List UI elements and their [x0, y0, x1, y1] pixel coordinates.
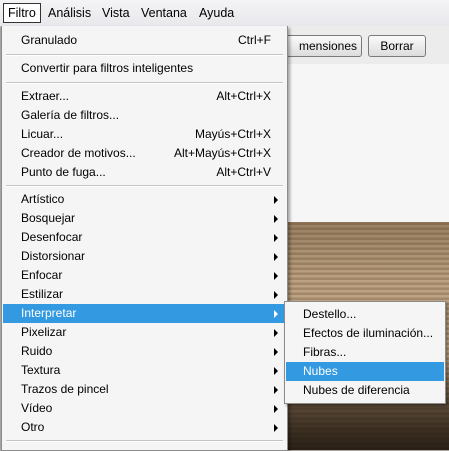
menu-item-label: Interpretar: [21, 306, 77, 320]
menu-analisis[interactable]: Análisis: [44, 4, 95, 22]
submenu-arrow-icon: [274, 405, 278, 413]
menu-item-label: Licuar...: [21, 127, 64, 141]
menu-ayuda[interactable]: Ayuda: [195, 4, 238, 22]
menu-item-label: Extraer...: [21, 89, 70, 103]
menu-item-pixelizar[interactable]: Pixelizar: [3, 323, 286, 342]
menu-item-label: Desenfocar: [21, 230, 83, 244]
submenu-arrow-icon: [274, 253, 278, 261]
submenu-item-label: Nubes de diferencia: [303, 383, 410, 397]
menu-item-label: Punto de fuga...: [21, 165, 106, 179]
submenu-arrow-icon: [274, 367, 278, 375]
menu-ventana[interactable]: Ventana: [137, 4, 191, 22]
menu-item-shortcut: Alt+Ctrl+V: [216, 165, 271, 179]
menu-item-distorsionar[interactable]: Distorsionar: [3, 247, 286, 266]
clear-button[interactable]: Borrar: [368, 35, 426, 57]
menu-item-shortcut: Ctrl+F: [238, 33, 271, 47]
menu-item-label: Estilizar: [21, 287, 64, 301]
filter-menu: Granulado Ctrl+F Convertir para filtros …: [1, 26, 288, 451]
submenu-item-label: Nubes: [303, 364, 338, 378]
menu-separator: [6, 440, 283, 442]
submenu-item-label: Fibras...: [303, 345, 347, 359]
menu-item-estilizar[interactable]: Estilizar: [3, 285, 286, 304]
menu-item-textura[interactable]: Textura: [3, 361, 286, 380]
menu-item-label: Convertir para filtros inteligentes: [21, 61, 194, 75]
menu-item-bosquejar[interactable]: Bosquejar: [3, 209, 286, 228]
menu-item-extraer[interactable]: Extraer... Alt+Ctrl+X: [3, 87, 286, 106]
menu-item-label: Creador de motivos...: [21, 146, 136, 160]
menu-item-label: Otro: [21, 420, 45, 434]
menu-item-shortcut: Mayús+Ctrl+X: [194, 127, 271, 141]
menu-item-galeria[interactable]: Galería de filtros...: [3, 106, 286, 125]
submenu-item-fibras[interactable]: Fibras...: [286, 343, 444, 362]
menu-item-label: Trazos de pincel: [21, 382, 109, 396]
menu-item-interpretar[interactable]: Interpretar: [3, 304, 286, 323]
menu-filtro[interactable]: Filtro: [3, 3, 41, 23]
menu-item-label: Pixelizar: [21, 325, 67, 339]
menu-item-label: Distorsionar: [21, 249, 86, 263]
menu-item-desenfocar[interactable]: Desenfocar: [3, 228, 286, 247]
menu-item-video[interactable]: Vídeo: [3, 399, 286, 418]
canvas-blank-area: [280, 64, 449, 222]
menu-separator: [6, 54, 283, 56]
menu-item-punto-fuga[interactable]: Punto de fuga... Alt+Ctrl+V: [3, 163, 286, 182]
submenu-arrow-icon: [274, 215, 278, 223]
submenu-arrow-icon: [274, 196, 278, 204]
menu-separator: [6, 185, 283, 187]
menu-item-artistico[interactable]: Artístico: [3, 190, 286, 209]
interpretar-submenu: Destello... Efectos de iluminación... Fi…: [284, 301, 446, 404]
menu-item-label: Vídeo: [21, 401, 53, 415]
menu-item-otro[interactable]: Otro: [3, 418, 286, 437]
submenu-item-nubes[interactable]: Nubes: [286, 362, 444, 381]
menu-item-shortcut: Alt+Ctrl+X: [216, 89, 271, 103]
menu-item-enfocar[interactable]: Enfocar: [3, 266, 286, 285]
menu-item-granulado[interactable]: Granulado Ctrl+F: [3, 31, 286, 50]
submenu-item-efectos-iluminacion[interactable]: Efectos de iluminación...: [286, 324, 444, 343]
menu-item-label: Granulado: [21, 33, 78, 47]
menu-item-trazos-pincel[interactable]: Trazos de pincel: [3, 380, 286, 399]
menu-item-licuar[interactable]: Licuar... Mayús+Ctrl+X: [3, 125, 286, 144]
menu-item-creador-motivos[interactable]: Creador de motivos... Alt+Mayús+Ctrl+X: [3, 144, 286, 163]
menu-separator: [6, 82, 283, 84]
menu-item-convertir[interactable]: Convertir para filtros inteligentes: [3, 59, 286, 78]
submenu-item-label: Destello...: [303, 307, 357, 321]
submenu-arrow-icon: [274, 424, 278, 432]
menu-item-label: Ruido: [21, 344, 53, 358]
menu-vista[interactable]: Vista: [98, 4, 134, 22]
submenu-arrow-icon: [274, 272, 278, 280]
submenu-item-nubes-diferencia[interactable]: Nubes de diferencia: [286, 381, 444, 400]
submenu-arrow-icon: [274, 348, 278, 356]
menu-item-label: Textura: [21, 363, 61, 377]
menu-bar: Filtro Análisis Vista Ventana Ayuda: [0, 0, 449, 27]
menu-item-label: Enfocar: [21, 268, 63, 282]
menu-item-shortcut: Alt+Mayús+Ctrl+X: [173, 146, 271, 160]
options-bar: mensiones Borrar: [260, 26, 449, 65]
submenu-item-label: Efectos de iluminación...: [303, 326, 434, 340]
menu-item-label: Artístico: [21, 192, 65, 206]
submenu-arrow-icon: [274, 291, 278, 299]
menu-item-ruido[interactable]: Ruido: [3, 342, 286, 361]
submenu-arrow-icon: [274, 234, 278, 242]
submenu-arrow-icon: [274, 310, 278, 318]
menu-item-label: Galería de filtros...: [21, 108, 120, 122]
menu-item-label: Bosquejar: [21, 211, 76, 225]
submenu-arrow-icon: [274, 329, 278, 337]
submenu-arrow-icon: [274, 386, 278, 394]
submenu-item-destello[interactable]: Destello...: [286, 305, 444, 324]
